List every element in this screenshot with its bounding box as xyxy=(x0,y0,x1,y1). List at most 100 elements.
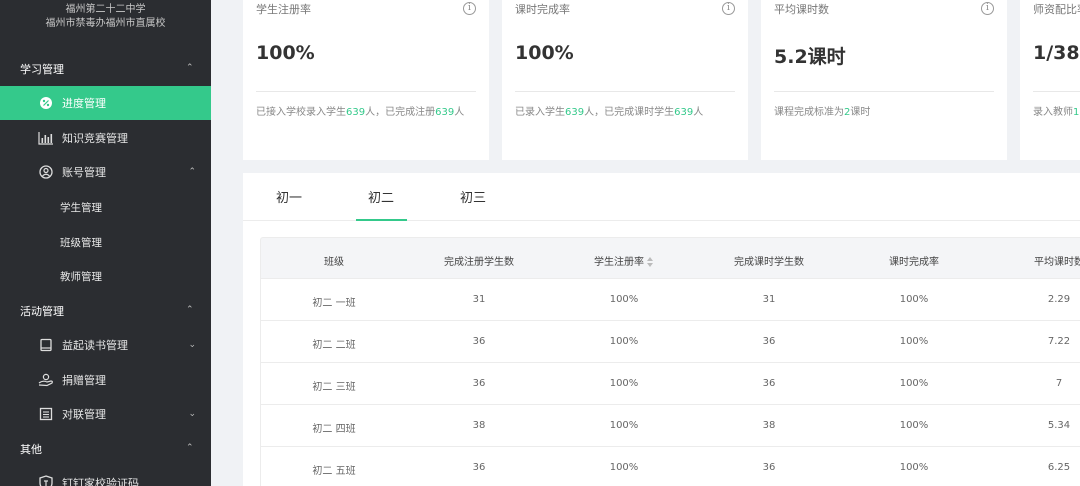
cell-registered-count: 36 xyxy=(472,462,486,473)
stat-card-title: 课时完成率 xyxy=(515,3,570,16)
cell-registered-count: 36 xyxy=(472,336,486,347)
sidebar-item-couplet[interactable]: 对联管理 ⌄ xyxy=(0,397,211,431)
sidebar-item-progress[interactable]: 进度管理 xyxy=(0,86,211,120)
sidebar-item-label: 捐赠管理 xyxy=(62,374,106,387)
menu-group-other[interactable]: 其他 ⌃ xyxy=(0,434,211,464)
table-row: 初二 一班 31 100% 31 100% 2.29 xyxy=(260,279,1080,321)
chevron-down-icon: ⌄ xyxy=(188,340,196,350)
sidebar-item-label: 教师管理 xyxy=(60,270,102,283)
school-name-line2: 福州市禁毒办福州市直属校 xyxy=(45,18,166,29)
chevron-up-icon: ⌃ xyxy=(186,443,194,453)
book-icon xyxy=(38,337,54,353)
chevron-up-icon: ⌃ xyxy=(186,63,194,73)
sidebar-item-label: 对联管理 xyxy=(62,408,106,421)
cell-completion-rate: 100% xyxy=(899,420,929,431)
info-icon[interactable]: i xyxy=(463,2,476,15)
desc-number: 639 xyxy=(435,107,455,118)
tab-grade-3[interactable]: 初三 xyxy=(460,187,486,206)
desc-text: 人 xyxy=(693,107,704,118)
desc-number: 639 xyxy=(674,107,694,118)
table-header: 班级 完成注册学生数 学生注册率 完成课时学生数 课时完成率 平均课时数 xyxy=(260,237,1080,279)
menu-group-activity[interactable]: 活动管理 ⌃ xyxy=(0,296,211,326)
stat-card-description: 录入教师1 xyxy=(1033,103,1079,118)
sidebar-item-donation[interactable]: 捐赠管理 xyxy=(0,363,211,397)
desc-text: 人，已完成注册 xyxy=(365,107,436,118)
desc-number: 639 xyxy=(346,107,366,118)
desc-text: 已接入学校录入学生 xyxy=(256,107,346,118)
cell-completed-count: 36 xyxy=(762,462,776,473)
cell-completed-count: 31 xyxy=(762,294,776,305)
cell-average-lessons: 5.34 xyxy=(1047,420,1071,431)
table-row: 初二 三班 36 100% 36 100% 7 xyxy=(260,363,1080,405)
sidebar-item-label: 进度管理 xyxy=(62,97,106,110)
cell-registered-count: 38 xyxy=(472,420,486,431)
cell-average-lessons: 7.22 xyxy=(1047,336,1071,347)
school-name: 福州第二十二中学 福州市禁毒办福州市直属校 xyxy=(0,0,211,31)
info-icon[interactable]: i xyxy=(981,2,994,15)
tab-grade-2[interactable]: 初二 xyxy=(368,187,394,206)
column-header-completed-count: 完成课时学生数 xyxy=(734,257,804,268)
divider xyxy=(515,91,735,92)
desc-text: 课时 xyxy=(850,107,871,118)
stat-card-value: 100% xyxy=(515,42,574,64)
desc-number: 1 xyxy=(1073,107,1080,118)
user-circle-icon xyxy=(38,164,54,180)
desc-text: 课程完成标准为 xyxy=(774,107,844,118)
cell-registration-rate: 100% xyxy=(609,294,639,305)
sidebar-item-account[interactable]: 账号管理 ⌃ xyxy=(0,155,211,189)
table-row: 初二 四班 38 100% 38 100% 5.34 xyxy=(260,405,1080,447)
sidebar-item-reading[interactable]: 益起读书管理 ⌄ xyxy=(0,328,211,362)
cell-average-lessons: 7 xyxy=(1055,378,1063,389)
cell-registration-rate: 100% xyxy=(609,378,639,389)
chevron-up-icon: ⌃ xyxy=(186,305,194,315)
school-name-line1: 福州第二十二中学 xyxy=(65,4,146,15)
chevron-down-icon: ⌄ xyxy=(188,409,196,419)
column-header-average-lessons: 平均课时数 xyxy=(1034,257,1080,268)
sidebar-item-label: 班级管理 xyxy=(60,236,102,249)
cell-registration-rate: 100% xyxy=(609,462,639,473)
bar-chart-icon xyxy=(38,130,54,146)
document-list-icon xyxy=(38,406,54,422)
tab-grade-1[interactable]: 初一 xyxy=(276,187,302,206)
table-row: 初二 五班 36 100% 36 100% 6.25 xyxy=(260,447,1080,486)
column-header-registered-count: 完成注册学生数 xyxy=(444,257,514,268)
column-header-registration-rate[interactable]: 学生注册率 xyxy=(594,253,654,268)
info-icon[interactable]: i xyxy=(722,2,735,15)
cell-class: 初二 四班 xyxy=(312,424,356,435)
cell-average-lessons: 2.29 xyxy=(1047,294,1071,305)
sort-icon[interactable] xyxy=(647,257,654,267)
percent-icon xyxy=(38,95,54,111)
sidebar-item-student[interactable]: 学生管理 xyxy=(0,190,211,224)
menu-group-label: 学习管理 xyxy=(20,63,64,76)
stat-card-title: 师资配比率 xyxy=(1033,3,1080,16)
cell-completion-rate: 100% xyxy=(899,378,929,389)
sidebar-item-label: 知识竞赛管理 xyxy=(62,132,128,145)
desc-text: 人 xyxy=(454,107,465,118)
sidebar-item-dingding[interactable]: 钉钉家校验证码 xyxy=(0,466,211,486)
stat-card-title: 平均课时数 xyxy=(774,3,829,16)
sidebar-item-teacher[interactable]: 教师管理 xyxy=(0,259,211,293)
desc-number: 639 xyxy=(565,107,585,118)
cell-completion-rate: 100% xyxy=(899,336,929,347)
sidebar-item-label: 学生管理 xyxy=(60,201,102,214)
stat-card-description: 课程完成标准为2课时 xyxy=(774,103,870,118)
divider xyxy=(256,91,476,92)
sidebar-item-label: 账号管理 xyxy=(62,166,106,179)
cell-completion-rate: 100% xyxy=(899,462,929,473)
sidebar-item-contest[interactable]: 知识竞赛管理 xyxy=(0,121,211,155)
menu-group-label: 其他 xyxy=(20,443,42,456)
sidebar-item-class[interactable]: 班级管理 xyxy=(0,225,211,259)
column-header-class: 班级 xyxy=(324,257,344,268)
menu-group-learning[interactable]: 学习管理 ⌃ xyxy=(0,54,211,84)
cell-registration-rate: 100% xyxy=(609,420,639,431)
cell-class: 初二 三班 xyxy=(312,382,356,393)
desc-text: 已录入学生 xyxy=(515,107,565,118)
stat-card-description: 已录入学生639人，已完成课时学生639人 xyxy=(515,103,703,118)
active-tab-indicator xyxy=(356,219,407,221)
cell-completed-count: 38 xyxy=(762,420,776,431)
divider xyxy=(1033,91,1080,92)
stat-card-registration: 学生注册率 i 100% 已接入学校录入学生639人，已完成注册639人 xyxy=(243,0,489,160)
sidebar-item-label: 钉钉家校验证码 xyxy=(62,477,139,486)
stat-card-value: 100% xyxy=(256,42,315,64)
stat-card-teacher-ratio: 师资配比率 1/38 录入教师1 xyxy=(1020,0,1080,160)
